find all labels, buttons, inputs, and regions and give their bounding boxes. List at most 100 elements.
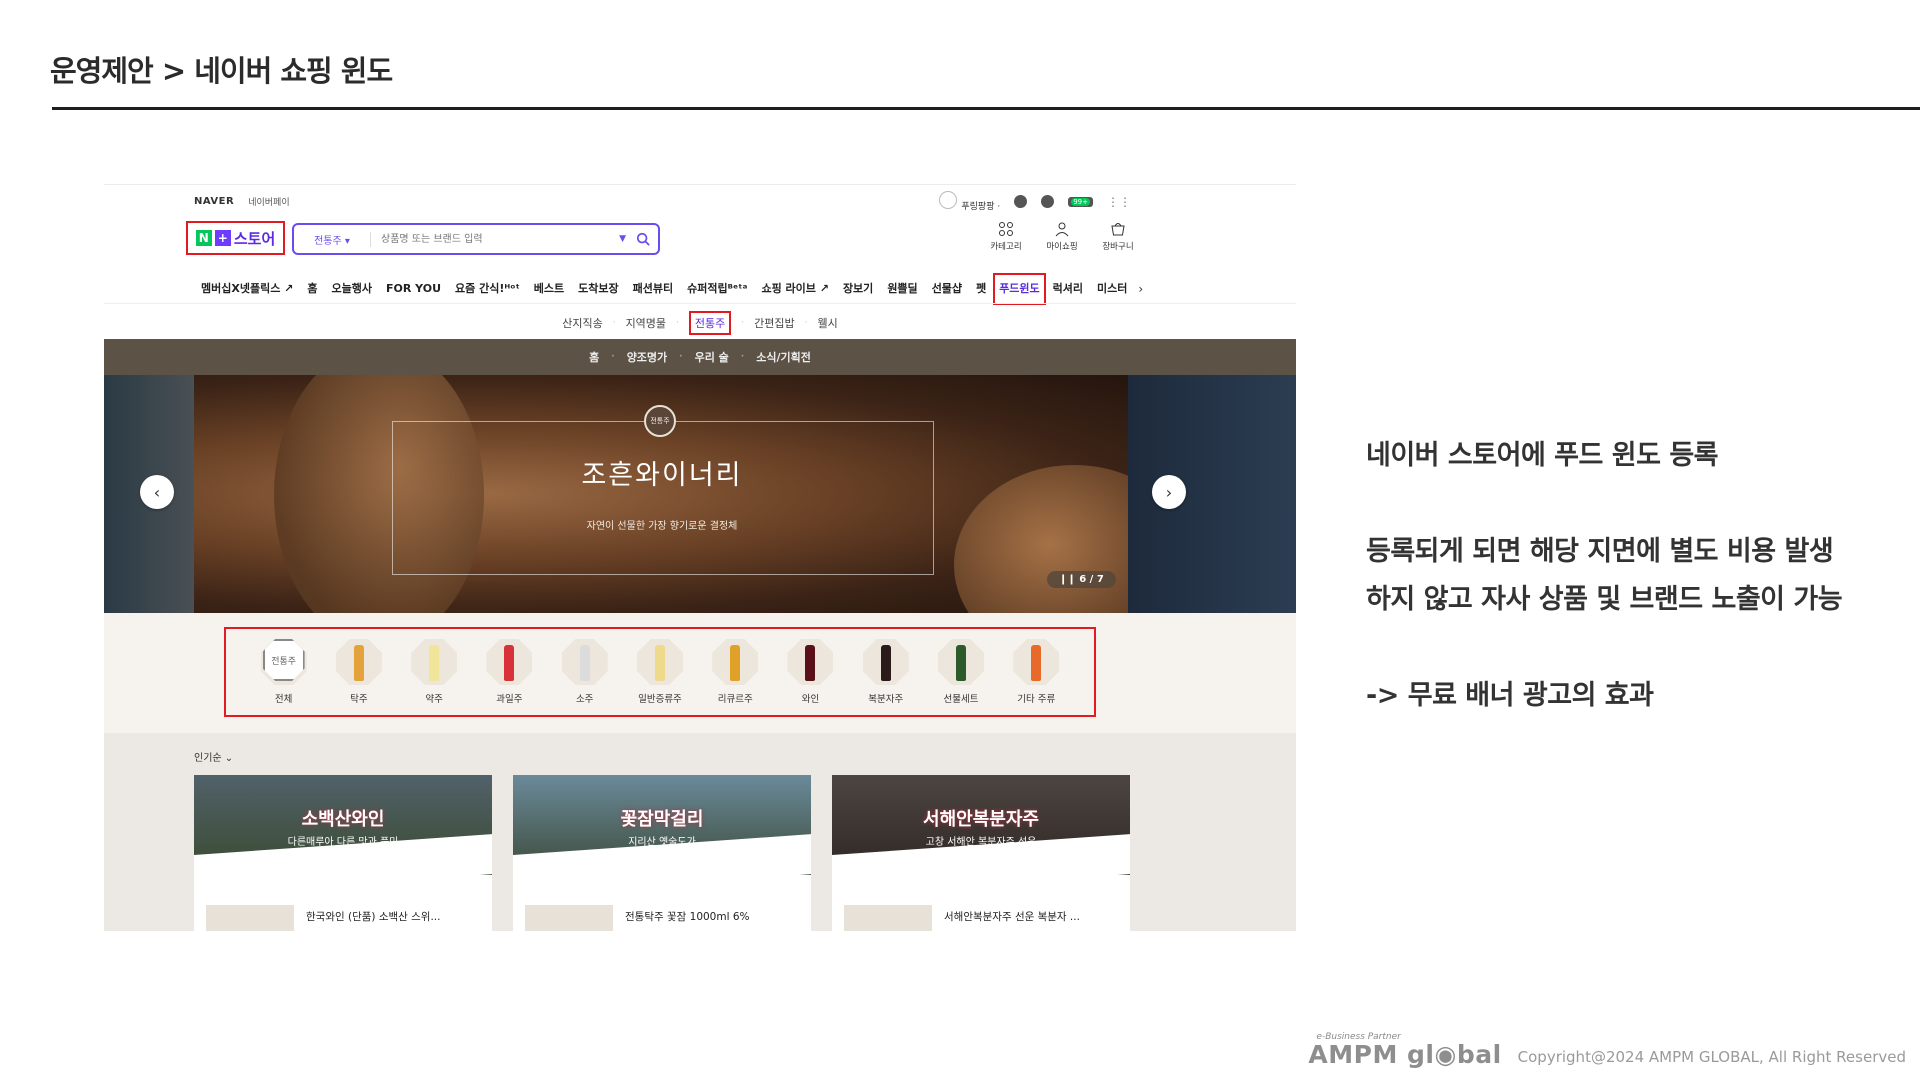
liquor-category-item[interactable]: 일반증류주 [630,639,690,705]
nav-item[interactable]: FOR YOU [379,278,448,300]
nav-item[interactable]: 도착보장 [571,278,625,300]
food-window-subcategories: 산지직송 · 지역명물 · 전통주 · 간편집밥 · 웰시 [104,311,1296,335]
banner-next-button[interactable]: › [1152,475,1186,509]
nav-item[interactable]: 원쁠딜 [880,278,924,300]
separator: · [679,352,683,362]
nav-item[interactable]: 미스터 [1090,278,1134,300]
nav-item[interactable]: 홈 [300,278,324,300]
liquor-category-item[interactable]: 선물세트 [931,639,991,705]
search-dropdown-icon[interactable]: ▼ [619,234,626,244]
grid-icon [999,222,1013,236]
shortcut-category[interactable]: 카테고리 [988,221,1024,252]
product-name: 전통탁주 꽃잠 1000ml 6% [625,911,750,923]
liquor-menu-item[interactable]: 우리 술 [695,349,729,365]
banner-prev-button[interactable]: ‹ [140,475,174,509]
nav-more-icon[interactable]: › [1138,282,1143,296]
subcategory-tab[interactable]: 웰시 [818,315,838,331]
liquor-category-item[interactable]: 약주 [404,639,464,705]
footer: e-Business Partner AMPM gl◉bal Copyright… [1308,1032,1906,1068]
nav-item[interactable]: 슈퍼적립ᴮᵉᵗᵃ [680,278,754,300]
nav-item[interactable]: 쇼핑 라이브 ↗ [754,278,835,300]
naver-plus-store-logo[interactable]: N + 스토어 [186,221,285,255]
nav-item[interactable]: 패션뷰티 [626,278,680,300]
slide-title: 운영제안 > 네이버 쇼핑 윈도 [50,54,393,88]
product-brand-title: 꽃잠막걸리 [620,809,704,830]
subcategory-tab[interactable]: 전통주 [688,311,732,335]
category-label: 선물세트 [943,694,979,705]
apps-grid-icon[interactable]: ⋮⋮ [1107,195,1131,209]
separator: · [741,318,745,328]
bottle-icon [486,639,533,685]
separator: · [804,318,808,328]
subcategory-tab[interactable]: 지역명물 [626,315,666,331]
nav-divider [104,303,1296,304]
category-label: 일반증류주 [638,694,682,705]
title-divider [52,107,1920,110]
category-label: 과일주 [496,694,523,705]
liquor-category-item[interactable]: 과일주 [479,639,539,705]
company-logo: e-Business Partner AMPM gl◉bal [1308,1032,1502,1069]
product-card[interactable]: 꽃잠막걸리지리산 옛술도가전통탁주 꽃잠 1000ml 6% [513,775,811,931]
search-input[interactable] [379,232,620,246]
banner-pager[interactable]: ❙❙ 6 / 7 [1047,571,1116,588]
liquor-menu-item[interactable]: 양조명가 [627,349,667,365]
liquor-menu-item[interactable]: 소식/기획전 [756,349,811,365]
nav-item[interactable]: 푸드윈도 [993,273,1046,305]
naver-pay-link[interactable]: 네이버페이 [248,195,289,208]
description-line: 하지 않고 자사 상품 및 브랜드 노출이 가능 [1366,584,1843,615]
nav-item[interactable]: 멤버십X넷플릭스 ↗ [194,278,300,300]
product-section: 인기순 ⌄ 소백산와인 다른매루아 다른 맛과 풍미 한국와인 (단품) 소백산 스… [104,733,1296,931]
liquor-category-item[interactable]: 탁주 [329,639,389,705]
search-icon[interactable] [636,232,650,246]
separator: · [676,318,679,328]
liquor-category-item[interactable]: 와인 [780,639,840,705]
category-label: 와인 [801,694,820,705]
banner-title: 조흔와이너리 [581,460,743,491]
category-label: 기타 주류 [1017,694,1056,705]
sort-dropdown[interactable]: 인기순 ⌄ [194,749,233,764]
category-label: 소주 [575,694,594,705]
bottle-icon [335,639,382,685]
liquor-category-item[interactable]: 리큐르주 [705,639,765,705]
utility-menu: 푸링팡팡 · 99+ ⋮⋮ [939,191,1131,212]
shortcut-my-shopping[interactable]: 마이쇼핑 [1044,221,1080,252]
nav-item[interactable]: 럭셔리 [1046,278,1090,300]
banner-subtitle: 자연이 선물한 가장 향기로운 결정체 [586,521,738,532]
liquor-category-item[interactable]: 기타 주류 [1006,639,1066,705]
nav-item[interactable]: 장보기 [836,278,880,300]
product-card[interactable]: 서해안복분자주 고창 서해안 복분자주 선운 서해안복분자주 선운 복분자 ... [832,775,1130,931]
naver-logo[interactable]: NAVER [194,196,234,207]
nav-item[interactable]: 선물샵 [925,278,969,300]
user-menu[interactable]: 푸링팡팡 · [939,191,1000,212]
category-label: 탁주 [350,694,368,705]
bell-icon[interactable] [1041,195,1055,208]
separator: · [612,318,616,328]
bottle-icon [561,639,608,685]
liquor-menu-item[interactable]: 홈 [589,349,599,365]
naver-topbar: NAVER 네이버페이 [194,195,290,208]
product-card[interactable]: 소백산와인 다른매루아 다른 맛과 풍미 한국와인 (단품) 소백산 스위... [194,775,492,931]
banner-frame [392,421,934,575]
nav-item[interactable]: 펫 [969,278,993,300]
product-name: 한국와인 (단품) 소백산 스위... [306,911,441,923]
product-brand-subtitle: 지리산 옛술도가 [628,837,696,848]
nav-item[interactable]: 오늘행사 [325,278,379,300]
traditional-liquor-menu: 홈 · 양조명가 · 우리 술 · 소식/기획전 [104,339,1296,375]
liquor-category-item[interactable]: 복분자주 [856,639,916,705]
liquor-category-item[interactable]: 전통주 전체 [254,639,314,705]
bottle-icon [862,639,909,685]
traditional-liquor-emblem: 전통주 [644,405,676,437]
nav-item[interactable]: 요즘 간식!ᴴᵒᵗ [448,278,527,300]
nav-item[interactable]: 베스트 [527,278,571,300]
description-line: 네이버 스토어에 푸드 윈도 등록 [1366,440,1719,471]
shortcut-cart[interactable]: 장바구니 [1100,221,1136,252]
talk-icon[interactable] [1014,195,1028,208]
proposal-description: 네이버 스토어에 푸드 윈도 등록 등록되게 되면 해당 지면에 별도 비용 발… [1366,432,1843,720]
liquor-category-item[interactable]: 소주 [555,639,615,705]
description-line: -> 무료 배너 광고의 효과 [1366,680,1654,711]
subcategory-tab[interactable]: 간편집밥 [754,315,794,331]
subcategory-tab[interactable]: 산지직송 [562,315,602,331]
search-category-select[interactable]: 전통주 ▾ [302,231,371,247]
mail-icon[interactable]: 99+ [1068,196,1093,207]
product-name: 서해안복분자주 선운 복분자 ... [944,911,1080,923]
